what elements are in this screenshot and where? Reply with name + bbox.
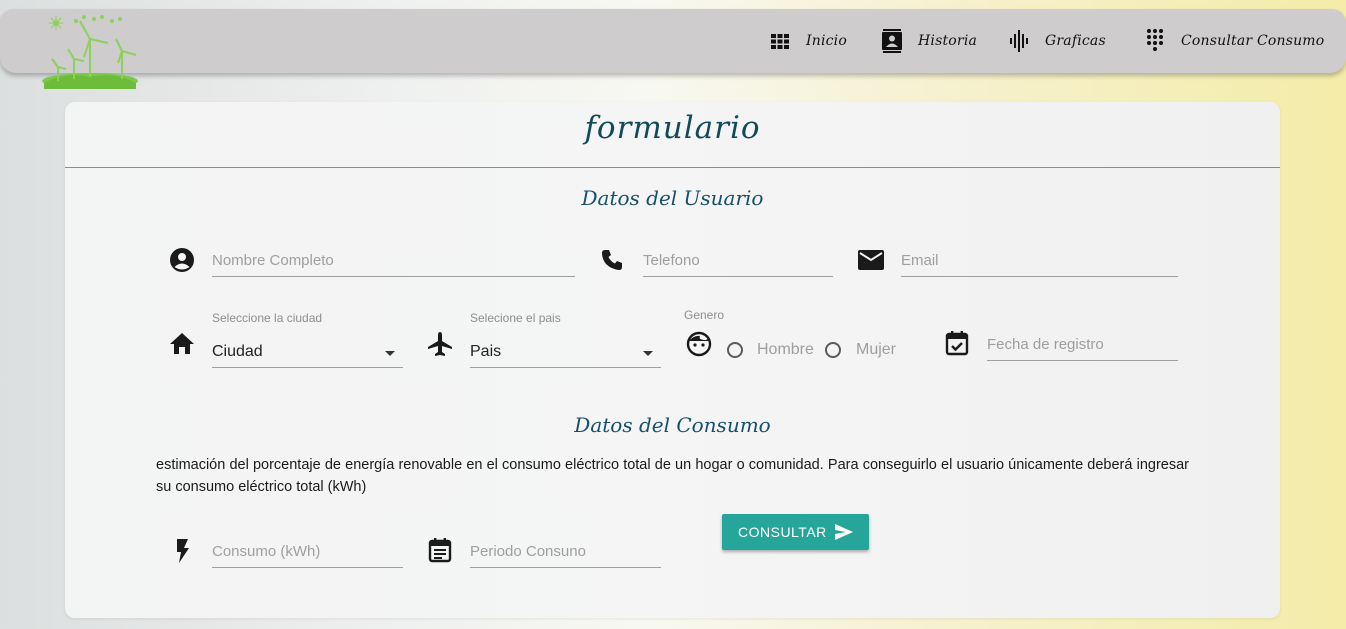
nav-item-label: Graficas	[1045, 33, 1106, 49]
contact-book-icon	[880, 29, 904, 53]
dialpad-icon	[1143, 29, 1167, 53]
ciudad-value: Ciudad	[212, 343, 263, 360]
phone-icon	[598, 246, 626, 274]
email-input[interactable]	[901, 245, 1178, 277]
form-card: formulario Datos del Usuario Seleccione …	[65, 102, 1280, 618]
lightning-icon	[168, 537, 196, 565]
sound-wave-icon	[1007, 29, 1031, 53]
periodo-consumo-input[interactable]	[470, 536, 661, 568]
nav-item-consultar-consumo[interactable]: Consultar Consumo	[1143, 27, 1324, 55]
fecha-registro-input[interactable]	[987, 329, 1178, 361]
chevron-down-icon	[385, 351, 395, 356]
pais-label: Selecione el pais	[470, 311, 561, 325]
consultar-button[interactable]: CONSULTAR	[722, 514, 869, 550]
send-icon	[835, 524, 853, 540]
calendar-check-icon	[943, 329, 971, 357]
radio-label-mujer: Mujer	[856, 341, 897, 358]
genero-label: Genero	[684, 308, 725, 322]
grid-icon	[768, 29, 792, 53]
calendar-note-icon	[426, 536, 454, 564]
wind-turbine-logo[interactable]	[36, 13, 144, 95]
face-icon	[685, 330, 713, 358]
pais-value: Pais	[470, 343, 502, 360]
consumo-section-title: Datos del Consumo	[574, 413, 771, 437]
nav-item-historia[interactable]: Historia	[880, 27, 977, 55]
nav-item-graficas[interactable]: Graficas	[1007, 27, 1106, 55]
pais-select[interactable]: Pais	[470, 338, 661, 368]
ciudad-label: Seleccione la ciudad	[212, 311, 323, 325]
consumo-input[interactable]	[212, 536, 403, 568]
telefono-input[interactable]	[643, 245, 833, 277]
account-circle-icon	[168, 246, 196, 274]
ciudad-select[interactable]: Ciudad	[212, 338, 403, 368]
chevron-down-icon	[643, 351, 653, 356]
nav-item-inicio[interactable]: Inicio	[768, 27, 847, 55]
email-icon	[857, 246, 885, 274]
radio-hombre[interactable]	[727, 342, 743, 358]
nav-item-label: Historia	[918, 33, 978, 49]
radio-mujer[interactable]	[825, 342, 841, 358]
top-navbar: Inicio Historia Graficas Consultar Consu…	[0, 9, 1346, 89]
airplane-icon	[426, 330, 454, 358]
radio-label-hombre: Hombre	[757, 341, 814, 358]
consultar-button-label: CONSULTAR	[738, 524, 827, 540]
nav-item-label: Consultar Consumo	[1181, 33, 1325, 49]
user-section-title: Datos del Usuario	[581, 186, 764, 210]
home-icon	[168, 330, 196, 358]
nombre-input[interactable]	[212, 245, 575, 277]
nav-item-label: Inicio	[806, 33, 847, 49]
page-title: formulario	[584, 110, 761, 146]
title-divider	[65, 167, 1280, 168]
consumo-description: estimación del porcentaje de energía ren…	[156, 457, 1189, 495]
